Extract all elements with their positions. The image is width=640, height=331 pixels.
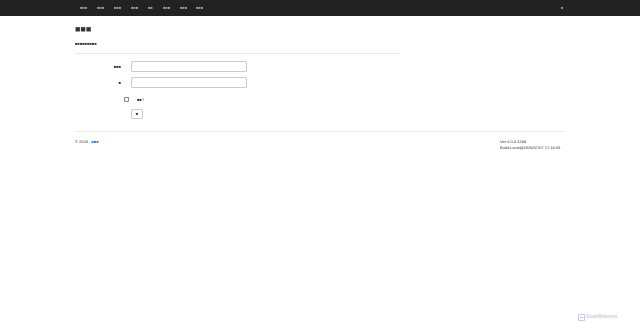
scanmalware-watermark: ScanMalware [578,312,633,322]
nav-item-4[interactable]: ■■■ [131,5,138,11]
nav-item-6[interactable]: ■■■ [163,5,170,11]
watermark-text: ScanMalware [586,314,618,320]
nav-item-7[interactable]: ■■■ [180,5,187,11]
scanmalware-logo-icon [578,313,585,321]
nav-item-2[interactable]: ■■■ [97,5,104,11]
password-label: ■ [118,80,121,85]
copyright-link[interactable]: ■■■ [92,139,99,144]
footer-version-info: Ver:3.0.0.2268 Build:Local@2025/07/07 17… [500,139,560,151]
page-title: ■■■ [75,24,92,34]
nav-item-5[interactable]: ■■ [148,5,153,11]
username-label: ■■■ [113,64,121,69]
remember-me-label: ■■? [137,97,145,102]
nav-item-3[interactable]: ■■■ [114,5,121,11]
login-button[interactable]: ■ [131,109,143,119]
password-input[interactable] [131,77,247,88]
nav-item-8[interactable]: ■■■ [196,5,203,11]
nav-login-link[interactable]: ■ [561,5,563,11]
remember-me-checkbox[interactable] [124,97,129,102]
section-divider [75,53,400,54]
build-text: Build:Local@2025/07/07 17:16:05 [500,145,561,150]
copyright-text: © 2026 - [75,139,92,144]
nav-item-1[interactable]: ■■■ [80,5,87,11]
top-navbar: ■■■ ■■■ ■■■ ■■■ ■■ ■■■ ■■■ ■■■ ■ [0,0,640,16]
footer-copyright: © 2026 - ■■■ [75,139,99,145]
page-subtitle: ■■■■■■■■■ [75,41,97,46]
footer-divider [75,131,565,132]
username-input[interactable] [131,61,247,72]
